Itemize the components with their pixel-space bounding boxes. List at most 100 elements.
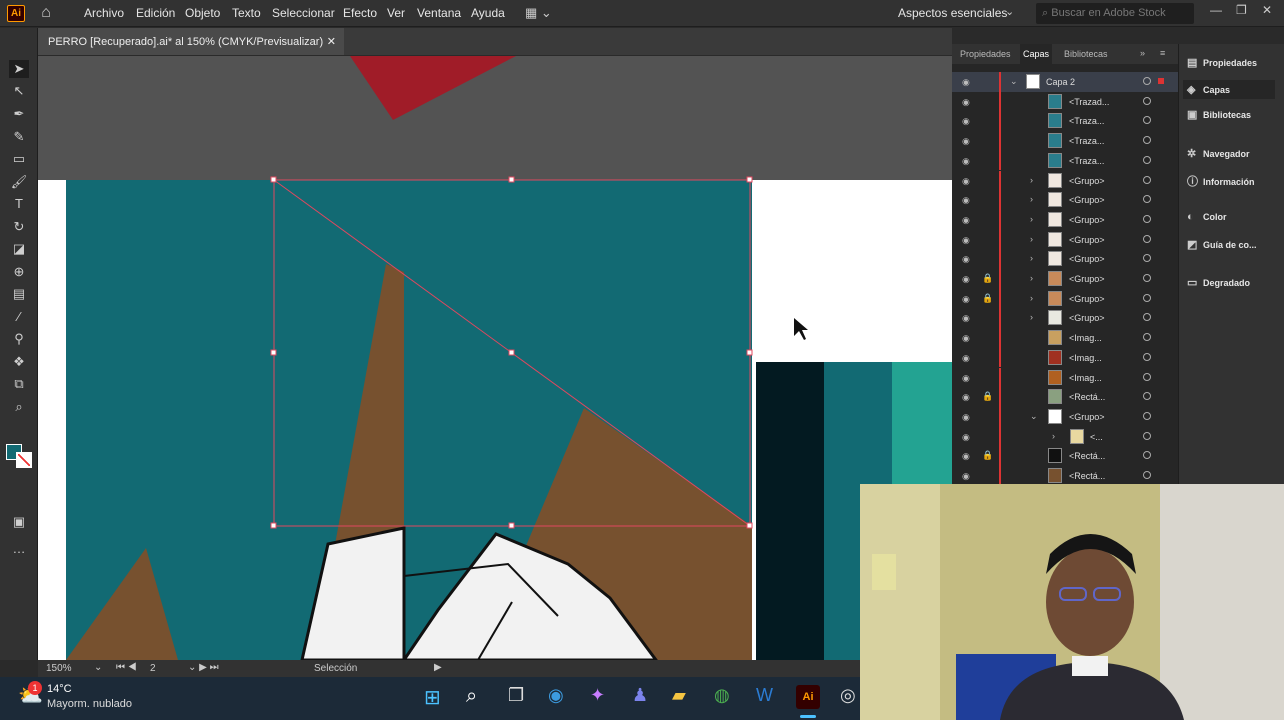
curvature-tool-icon[interactable]: ✎ <box>9 128 29 146</box>
target-circle-icon[interactable] <box>1143 77 1151 85</box>
close-window-icon[interactable]: ✕ <box>1262 3 1272 17</box>
layer-label[interactable]: <Imag... <box>1069 333 1102 343</box>
eraser-tool-icon[interactable]: ◪ <box>9 240 29 258</box>
dock-navegador[interactable]: ✲ Navegador <box>1187 147 1250 160</box>
target-circle-icon[interactable] <box>1143 136 1151 145</box>
artboard-tool-icon[interactable]: ⧉ <box>9 375 29 393</box>
artboard-number[interactable]: 2 <box>150 663 156 674</box>
menu-ayuda[interactable]: Ayuda <box>471 6 505 20</box>
target-circle-icon[interactable] <box>1143 451 1151 460</box>
target-circle-icon[interactable] <box>1143 431 1151 440</box>
layer-row[interactable]: ◉ 🔒 › <Grupo> <box>952 269 1178 289</box>
shape-builder-icon[interactable]: ⊕ <box>9 263 29 281</box>
chevron-right-icon[interactable]: › <box>1030 253 1033 263</box>
dock-informacion[interactable]: ⓘ Información <box>1187 173 1255 189</box>
layer-label[interactable]: <Grupo> <box>1069 254 1105 264</box>
target-circle-icon[interactable] <box>1143 254 1151 263</box>
visibility-eye-icon[interactable]: ◉ <box>962 294 970 305</box>
layer-row[interactable]: ◉ <Trazad... <box>952 91 1178 112</box>
chevron-right-icon[interactable]: › <box>1030 234 1033 244</box>
lock-icon[interactable]: 🔒 <box>982 391 993 402</box>
visibility-eye-icon[interactable]: ◉ <box>962 333 970 344</box>
task-view-icon[interactable]: ❐ <box>508 685 524 706</box>
lock-icon[interactable]: 🔒 <box>982 293 993 304</box>
visibility-eye-icon[interactable]: ◉ <box>962 471 970 482</box>
target-circle-icon[interactable] <box>1143 175 1151 184</box>
layer-label[interactable]: <Imag... <box>1069 373 1102 383</box>
target-circle-icon[interactable] <box>1143 234 1151 243</box>
menu-efecto[interactable]: Efecto <box>343 6 377 20</box>
visibility-eye-icon[interactable]: ◉ <box>962 215 970 226</box>
layer-row[interactable]: ◉ <Imag... <box>952 347 1178 368</box>
tab-capas[interactable]: Capas <box>1020 44 1053 64</box>
visibility-eye-icon[interactable]: ◉ <box>962 156 970 167</box>
chevron-right-icon[interactable]: › <box>1030 293 1033 303</box>
symbol-sprayer-icon[interactable]: ❖ <box>9 353 29 371</box>
chevron-right-icon[interactable]: › <box>1030 312 1033 322</box>
layer-label[interactable]: <Grupo> <box>1069 313 1105 323</box>
layer-label[interactable]: <Grupo> <box>1069 195 1105 205</box>
visibility-eye-icon[interactable]: ◉ <box>962 136 970 147</box>
lock-icon[interactable]: 🔒 <box>982 273 993 284</box>
blend-tool-icon[interactable]: ⚲ <box>9 330 29 348</box>
close-tab-icon[interactable]: ✕ <box>327 35 336 48</box>
target-circle-icon[interactable] <box>1143 471 1151 479</box>
layer-row[interactable]: ◉ <Imag... <box>952 328 1178 348</box>
visibility-eye-icon[interactable]: ◉ <box>962 116 970 127</box>
target-circle-icon[interactable] <box>1143 372 1151 381</box>
chevron-down-icon[interactable]: ⌄ <box>1010 76 1018 87</box>
screen-mode-icon[interactable]: ▣ <box>9 513 29 531</box>
target-circle-icon[interactable] <box>1143 214 1151 223</box>
layer-label[interactable]: <Grupo> <box>1069 235 1105 245</box>
menu-archivo[interactable]: Archivo <box>84 6 124 20</box>
dock-color[interactable]: ◐ Color <box>1187 211 1227 223</box>
layer-row[interactable]: ◉ <Rectá... <box>952 466 1178 486</box>
tab-propiedades[interactable]: Propiedades <box>960 49 1011 59</box>
direct-selection-tool-icon[interactable]: ↖ <box>9 82 29 100</box>
dock-capas[interactable]: ◈ Capas <box>1183 80 1275 99</box>
layer-row[interactable]: ◉ 🔒 <Rectá... <box>952 446 1178 466</box>
gradient-tool-icon[interactable]: ▤ <box>9 285 29 303</box>
status-play-icon[interactable]: ▶ <box>434 662 442 673</box>
visibility-eye-icon[interactable]: ◉ <box>962 195 970 206</box>
menu-ventana[interactable]: Ventana <box>417 6 461 20</box>
panel-menu-icon[interactable]: ≡ <box>1160 48 1165 58</box>
copilot-icon[interactable]: ✦ <box>590 685 605 706</box>
dock-degradado[interactable]: ▭ Degradado <box>1187 276 1250 289</box>
layer-row[interactable]: ◉ › <Grupo> <box>952 170 1178 191</box>
target-circle-icon[interactable] <box>1143 274 1151 282</box>
arrange-documents-icon[interactable]: ▦ ⌄ <box>525 5 552 21</box>
teams-icon[interactable]: ♟ <box>632 685 648 706</box>
rectangle-tool-icon[interactable]: ▭ <box>9 150 29 168</box>
start-icon[interactable]: ⊞ <box>424 685 441 710</box>
target-circle-icon[interactable] <box>1143 411 1151 420</box>
selected-art-indicator[interactable] <box>1158 78 1164 84</box>
layer-label[interactable]: <Rectá... <box>1069 471 1105 481</box>
menu-seleccionar[interactable]: Seleccionar <box>272 6 335 20</box>
layer-capa-2[interactable]: ◉ ⌄ Capa 2 <box>952 72 1178 92</box>
rotate-tool-icon[interactable]: ↻ <box>9 218 29 236</box>
layer-label[interactable]: <Traza... <box>1069 116 1104 126</box>
layer-label[interactable]: <Grupo> <box>1069 176 1105 186</box>
menu-ver[interactable]: Ver <box>387 6 405 20</box>
layer-name[interactable]: Capa 2 <box>1046 77 1075 87</box>
selection-tool-icon[interactable]: ➤ <box>9 60 29 78</box>
layer-label[interactable]: <Rectá... <box>1069 392 1105 402</box>
word-icon[interactable]: W <box>756 685 773 706</box>
type-tool-icon[interactable]: T <box>9 195 29 213</box>
layer-row[interactable]: ◉ › <Grupo> <box>952 209 1178 230</box>
visibility-eye-icon[interactable]: ◉ <box>962 97 970 108</box>
chevron-right-icon[interactable]: › <box>1052 431 1055 441</box>
visibility-eye-icon[interactable]: ◉ <box>962 77 970 88</box>
zoom-level[interactable]: 150% <box>46 663 72 674</box>
visibility-eye-icon[interactable]: ◉ <box>962 176 970 187</box>
tab-bibliotecas[interactable]: Bibliotecas <box>1064 49 1108 59</box>
chevron-right-icon[interactable]: › <box>1030 214 1033 224</box>
layer-row[interactable]: ◉ 🔒 › <Grupo> <box>952 288 1178 309</box>
paintbrush-tool-icon[interactable]: 🖌 <box>9 173 29 191</box>
lock-icon[interactable]: 🔒 <box>982 450 993 461</box>
layer-row[interactable]: ◉ ⌄ <Grupo> <box>952 406 1178 427</box>
menu-texto[interactable]: Texto <box>232 6 261 20</box>
document-tab[interactable]: PERRO [Recuperado].ai* al 150% (CMYK/Pre… <box>38 28 344 55</box>
layer-label[interactable]: <Grupo> <box>1069 215 1105 225</box>
